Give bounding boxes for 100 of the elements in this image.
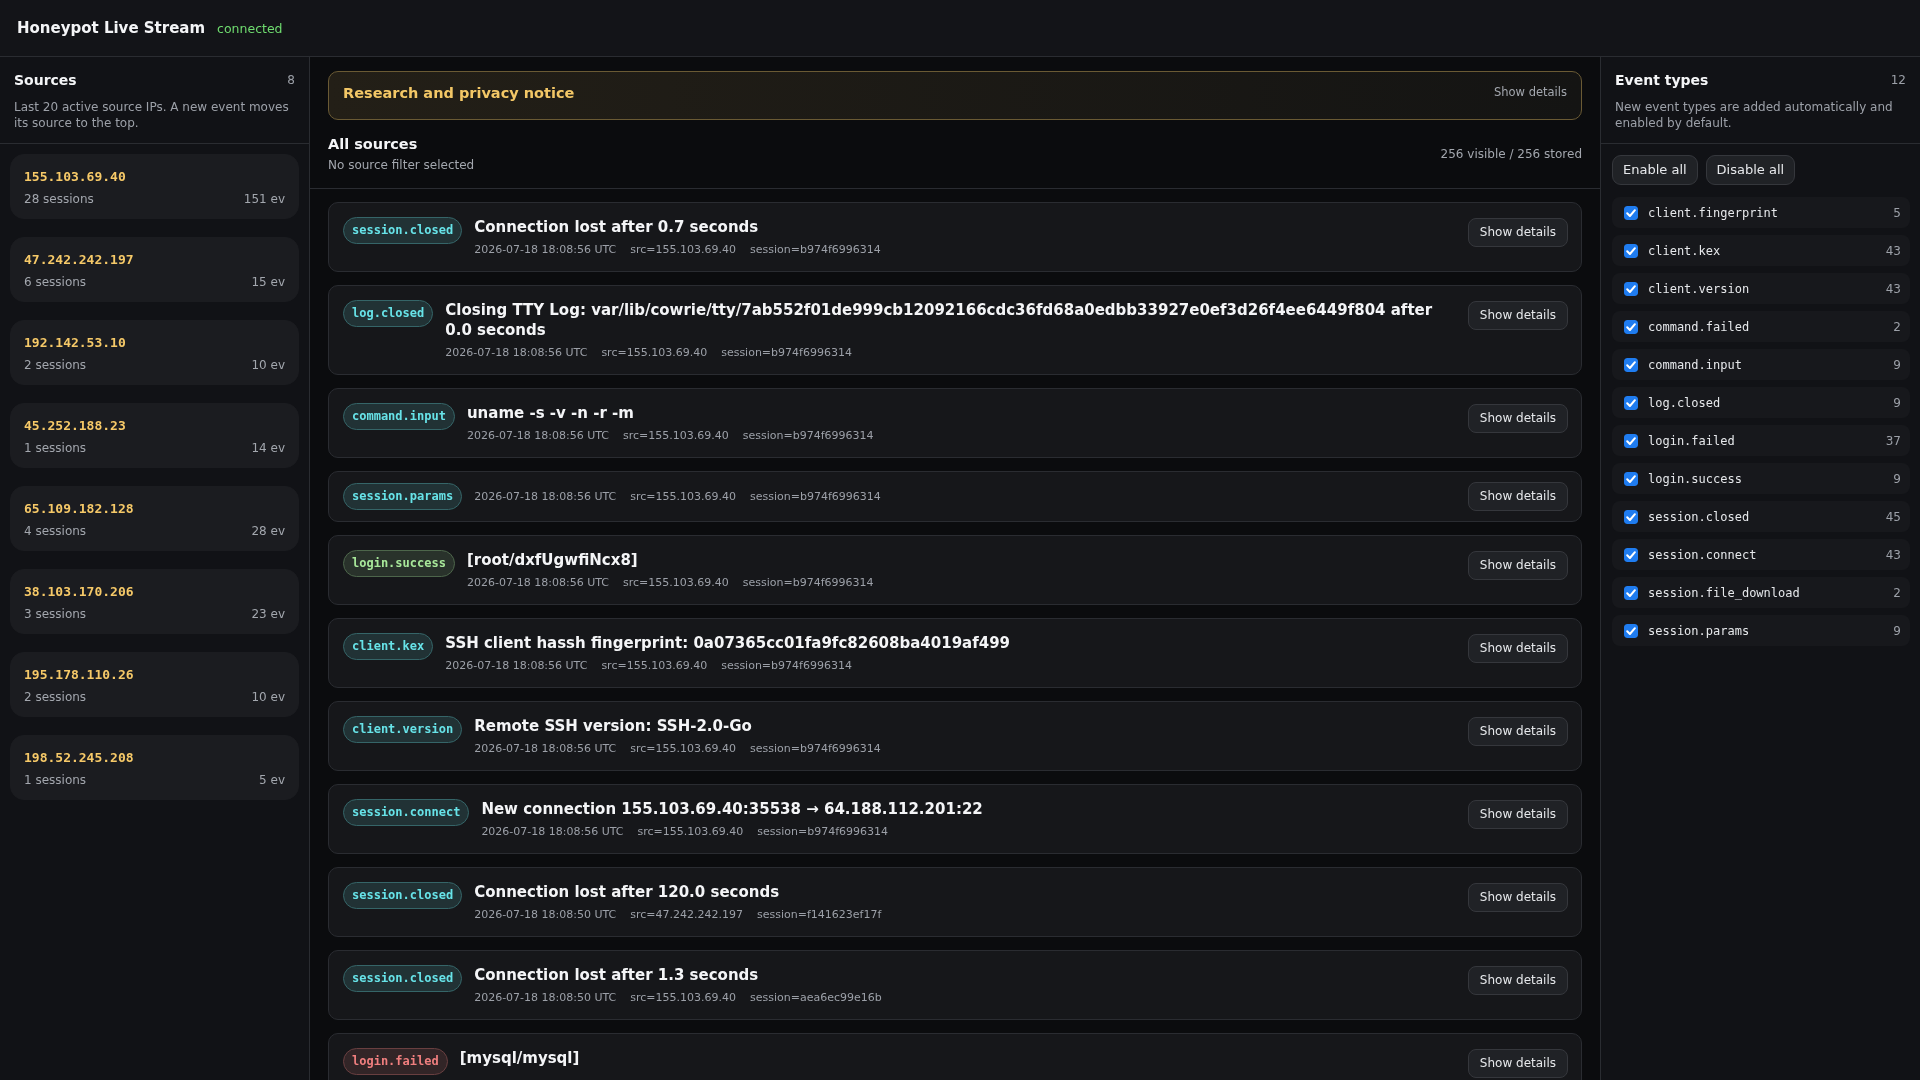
show-details-button[interactable]: Show details [1467,966,1568,995]
type-count: 12 [1890,73,1906,87]
panel-title: Event types [1615,72,1709,88]
event-source: src=155.103.69.40 [630,242,737,257]
checkbox[interactable] [1624,433,1638,448]
enable-all-button[interactable]: Enable all [1612,155,1698,185]
event-session: session=b974f6996314 [750,242,881,257]
event-type-row[interactable]: session.closed 45 [1612,501,1910,532]
event-session: session=b974f6996314 [750,489,881,504]
show-details-button[interactable]: Show details [1467,301,1568,330]
event-session: session=f141623ef17f [757,907,882,922]
event-time: 2026-07-18 18:08:56 UTC [474,489,617,504]
event-type-tag: session.params [343,483,463,510]
source-count: 8 [287,73,295,87]
event-type-row[interactable]: session.params 9 [1612,615,1910,646]
event-type-row[interactable]: session.connect 43 [1612,539,1910,570]
source-card[interactable]: 65.109.182.128 4 sessions 28 ev [10,486,299,551]
session-count: 28 sessions [24,191,94,207]
event-type-tag: session.connect [343,799,470,826]
event-time: 2026-07-18 18:08:50 UTC [474,990,617,1005]
event-title: Connection lost after 0.7 seconds [474,217,760,237]
event-title: [root/dxfUgwfiNcx8] [466,550,639,570]
show-details-button[interactable]: Show details [1467,717,1568,746]
event-source: src=155.103.69.40 [623,575,729,590]
event-time: 2026-07-18 18:08:56 UTC [474,741,617,756]
show-details-button[interactable]: Show details [1467,634,1568,663]
checkbox[interactable] [1624,471,1638,486]
event-count: 28 ev [251,523,285,539]
event-session: session=aea6ec99e16b [750,990,882,1005]
event-time: 2026-07-18 18:08:56 UTC [481,824,624,839]
checkbox[interactable] [1624,547,1638,562]
source-card[interactable]: 45.252.188.23 1 sessions 14 ev [10,403,299,468]
event-type-tag: command.input [343,403,455,430]
source-card[interactable]: 155.103.69.40 28 sessions 151 ev [10,154,299,219]
event-count: 151 ev [243,191,285,207]
event-type-row[interactable]: command.input 9 [1612,349,1910,380]
checkbox[interactable] [1624,623,1638,638]
checkbox[interactable] [1624,281,1638,296]
event-type-row[interactable]: session.file_download 2 [1612,577,1910,608]
event-count: 15 ev [251,274,285,290]
event-type-name: login.failed [1648,433,1736,448]
checkbox[interactable] [1624,357,1638,372]
show-details-button[interactable]: Show details [1467,800,1568,829]
event-type-row[interactable]: client.version 43 [1612,273,1910,304]
source-card[interactable]: 38.103.170.206 3 sessions 23 ev [10,569,299,634]
checkbox[interactable] [1624,243,1638,258]
event-type-row[interactable]: client.kex 43 [1612,235,1910,266]
event-count: 23 ev [251,606,285,622]
session-count: 6 sessions [24,274,87,290]
ip-address: 38.103.170.206 [24,584,134,600]
event-type-name: session.closed [1648,509,1751,524]
event-title: Closing TTY Log: var/lib/cowrie/tty/7ab552f01de999cb12092166cdc36fd68a0edbb33927e0ef3d26f4ee6449f804 after 0.0 seconds [445,300,1434,340]
event-type-row[interactable]: client.fingerprint 5 [1612,197,1910,228]
show-details-button[interactable]: Show details [1467,1049,1568,1078]
source-card[interactable]: 47.242.242.197 6 sessions 15 ev [10,237,299,302]
checkbox[interactable] [1624,395,1638,410]
event-type-name: session.params [1648,623,1751,638]
event-title: SSH client hassh fingerprint: 0a07365cc01fa9fc82608ba4019af499 [445,633,1012,653]
event-source: src=155.103.69.40 [630,741,737,756]
event-time: 2026-07-18 18:08:56 UTC [466,575,610,590]
show-details-button[interactable]: Show details [1467,482,1568,511]
event-type-name: log.closed [1648,395,1722,410]
notice-title: Research and privacy notice [343,84,575,102]
event-type-count: 43 [1885,547,1901,562]
event-type-row[interactable]: login.success 9 [1612,463,1910,494]
show-details-link[interactable]: Show details [1494,85,1567,99]
event-type-count: 2 [1893,319,1901,334]
panel-title: Sources [14,72,77,88]
checkbox[interactable] [1624,509,1638,524]
event-count: 10 ev [251,357,285,373]
event-type-row[interactable]: command.failed 2 [1612,311,1910,342]
event-time: 2026-07-18 18:08:56 UTC [466,428,610,443]
event-type-count: 43 [1885,243,1901,258]
event-type-tag: log.closed [343,300,434,327]
app-title: Honeypot Live Stream [17,19,206,37]
show-details-button[interactable]: Show details [1467,883,1568,912]
checkbox[interactable] [1624,585,1638,600]
ip-address: 155.103.69.40 [24,169,126,185]
event-type-count: 9 [1893,623,1901,638]
event-type-row[interactable]: log.closed 9 [1612,387,1910,418]
ip-address: 195.178.110.26 [24,667,134,683]
event-time: 2026-07-18 18:08:56 UTC [474,242,617,257]
show-details-button[interactable]: Show details [1467,218,1568,247]
disable-all-button[interactable]: Disable all [1705,155,1796,185]
event-type-name: session.connect [1648,547,1758,562]
event-type-tag: client.kex [343,633,434,660]
source-card[interactable]: 198.52.245.208 1 sessions 5 ev [10,735,299,800]
checkbox[interactable] [1624,319,1638,334]
event-time: 2026-07-18 18:08:56 UTC [445,345,588,360]
source-card[interactable]: 192.142.53.10 2 sessions 10 ev [10,320,299,385]
event-type-count: 45 [1885,509,1901,524]
event-title: New connection 155.103.69.40:35538 → 64.188.112.201:22 [481,799,984,819]
event-type-row[interactable]: login.failed 37 [1612,425,1910,456]
event-type-count: 2 [1893,585,1901,600]
event-type-tag: session.closed [343,965,463,992]
checkbox[interactable] [1624,205,1638,220]
source-card[interactable]: 195.178.110.26 2 sessions 10 ev [10,652,299,717]
show-details-button[interactable]: Show details [1467,551,1568,580]
show-details-button[interactable]: Show details [1467,404,1568,433]
event-type-count: 9 [1893,395,1901,410]
